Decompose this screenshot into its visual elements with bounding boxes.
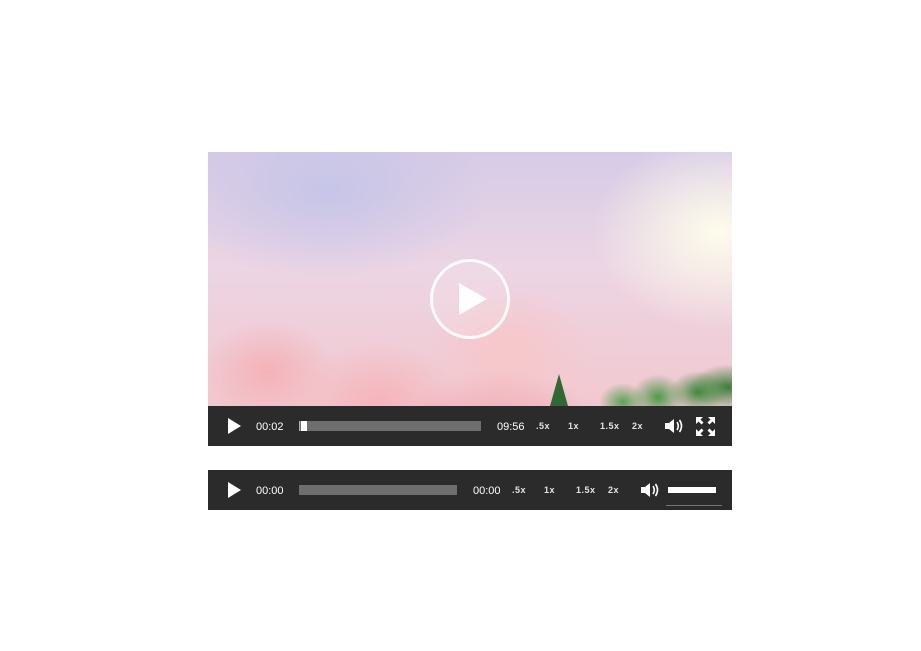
audio-player[interactable]: 00:00 00:00 .5x 1x 1.5x 2x — [208, 470, 732, 510]
progress-handle[interactable] — [301, 421, 307, 431]
progress-rail[interactable] — [299, 421, 481, 431]
volume-slider-track — [666, 505, 722, 506]
play-icon — [228, 418, 241, 434]
audio-speed-half-button[interactable]: .5x — [512, 470, 526, 510]
volume-icon — [665, 419, 683, 433]
audio-speed-2x-button[interactable]: 2x — [608, 470, 619, 510]
audio-control-bar: 00:00 00:00 .5x 1x 1.5x 2x — [208, 470, 732, 510]
speed-1x-button[interactable]: 1x — [568, 406, 579, 446]
speed-half-button[interactable]: .5x — [536, 406, 550, 446]
current-time: 00:02 — [256, 421, 284, 433]
volume-slider[interactable] — [668, 487, 716, 493]
tree-spire — [550, 374, 568, 406]
audio-speed-1-5x-button[interactable]: 1.5x — [576, 470, 596, 510]
audio-progress-rail[interactable] — [299, 485, 457, 495]
play-icon — [228, 482, 241, 498]
video-player[interactable]: 00:02 09:56 .5x 1x 1.5x 2x — [208, 152, 732, 446]
play-circle-icon — [459, 283, 487, 315]
play-button[interactable] — [226, 406, 242, 446]
progress-played — [299, 421, 300, 431]
audio-current-time: 00:00 — [256, 485, 284, 497]
audio-speed-1x-button[interactable]: 1x — [544, 470, 555, 510]
speed-1-5x-button[interactable]: 1.5x — [600, 406, 620, 446]
big-play-button[interactable] — [430, 259, 510, 339]
video-control-bar: 00:02 09:56 .5x 1x 1.5x 2x — [208, 406, 732, 446]
speed-2x-button[interactable]: 2x — [632, 406, 643, 446]
volume-icon — [641, 483, 659, 497]
video-frame[interactable] — [208, 152, 732, 417]
audio-play-button[interactable] — [226, 470, 242, 510]
audio-duration-time: 00:00 — [473, 485, 501, 497]
fullscreen-icon — [696, 416, 715, 436]
duration-time: 09:56 — [497, 421, 525, 433]
mute-button[interactable] — [664, 406, 684, 446]
fullscreen-button[interactable] — [696, 406, 715, 446]
audio-mute-button[interactable] — [640, 470, 660, 510]
